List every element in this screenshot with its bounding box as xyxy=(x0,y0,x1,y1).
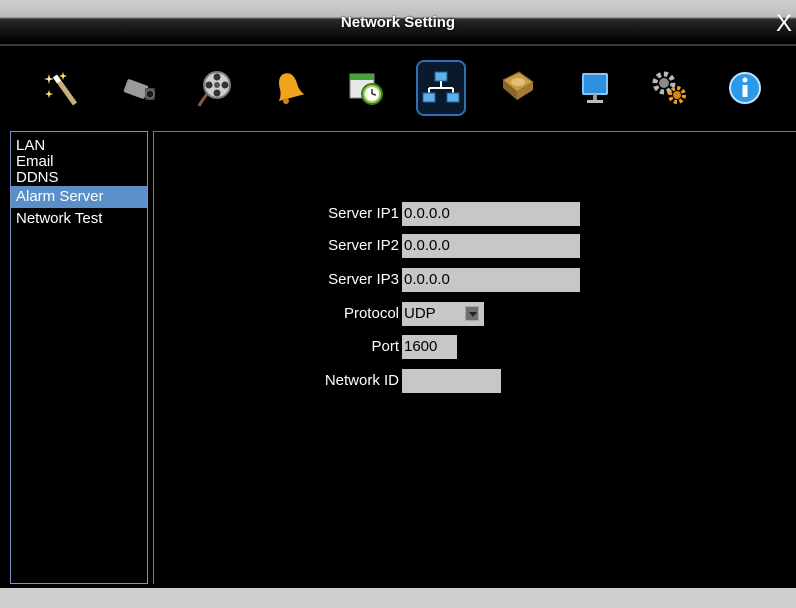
schedule-tool-button[interactable] xyxy=(340,60,390,116)
title-bar: Network Setting X xyxy=(0,0,796,42)
status-bar xyxy=(0,588,796,608)
server-ip3-label: Server IP3 xyxy=(328,271,399,288)
close-button[interactable]: X xyxy=(774,12,794,36)
hard-disk-icon xyxy=(502,71,534,100)
sidebar-item-lan[interactable]: LAN xyxy=(11,138,147,154)
server-ip1-input[interactable]: 0.0.0.0 xyxy=(402,202,580,226)
schedule-clock-icon xyxy=(349,73,383,105)
protocol-row: Protocol xyxy=(154,302,399,326)
camera-icon xyxy=(123,79,155,100)
toolbar xyxy=(0,44,796,128)
server-ip1-row: Server IP1 xyxy=(154,202,399,226)
server-ip2-row: Server IP2 xyxy=(154,234,399,258)
gears-icon xyxy=(652,71,686,104)
protocol-select[interactable]: UDP xyxy=(402,302,484,326)
playback-tool-button[interactable] xyxy=(190,60,240,116)
sidebar-item-alarm-server[interactable]: Alarm Server xyxy=(11,186,147,208)
sidebar-item-network-test[interactable]: Network Test xyxy=(11,208,147,231)
sidebar-item-email[interactable]: Email xyxy=(11,154,147,170)
network-id-label: Network ID xyxy=(324,372,399,389)
wand-icon xyxy=(44,72,78,106)
server-ip3-input[interactable]: 0.0.0.0 xyxy=(402,268,580,292)
storage-tool-button[interactable] xyxy=(492,60,542,116)
film-reel-icon xyxy=(197,71,231,107)
sidebar: LAN Email DDNS Alarm Server Network Test xyxy=(10,131,148,584)
alarm-tool-button[interactable] xyxy=(264,60,314,116)
chevron-down-icon[interactable] xyxy=(465,306,479,321)
server-ip1-label: Server IP1 xyxy=(328,205,399,222)
monitor-icon xyxy=(582,73,608,103)
server-ip3-row: Server IP3 xyxy=(154,268,399,292)
sidebar-item-ddns[interactable]: DDNS xyxy=(11,170,147,186)
network-id-row: Network ID xyxy=(154,369,399,393)
settings-panel: Server IP1 0.0.0.0 Server IP2 0.0.0.0 Se… xyxy=(153,131,796,584)
window-title: Network Setting xyxy=(340,14,456,31)
network-id-input[interactable] xyxy=(402,369,501,393)
port-input[interactable]: 1600 xyxy=(402,335,457,359)
port-row: Port xyxy=(154,335,399,359)
display-tool-button[interactable] xyxy=(570,60,620,116)
server-ip2-label: Server IP2 xyxy=(328,237,399,254)
protocol-value: UDP xyxy=(404,305,436,322)
port-label: Port xyxy=(371,338,399,355)
camera-tool-button[interactable] xyxy=(114,60,164,116)
info-tool-button[interactable] xyxy=(720,60,770,116)
info-icon xyxy=(729,72,761,104)
network-icon xyxy=(422,71,460,103)
server-ip2-input[interactable]: 0.0.0.0 xyxy=(402,234,580,258)
protocol-label: Protocol xyxy=(343,305,399,322)
wizard-tool-button[interactable] xyxy=(36,60,86,116)
network-tool-button[interactable] xyxy=(416,60,466,116)
system-tool-button[interactable] xyxy=(644,60,694,116)
bell-icon xyxy=(279,73,305,104)
